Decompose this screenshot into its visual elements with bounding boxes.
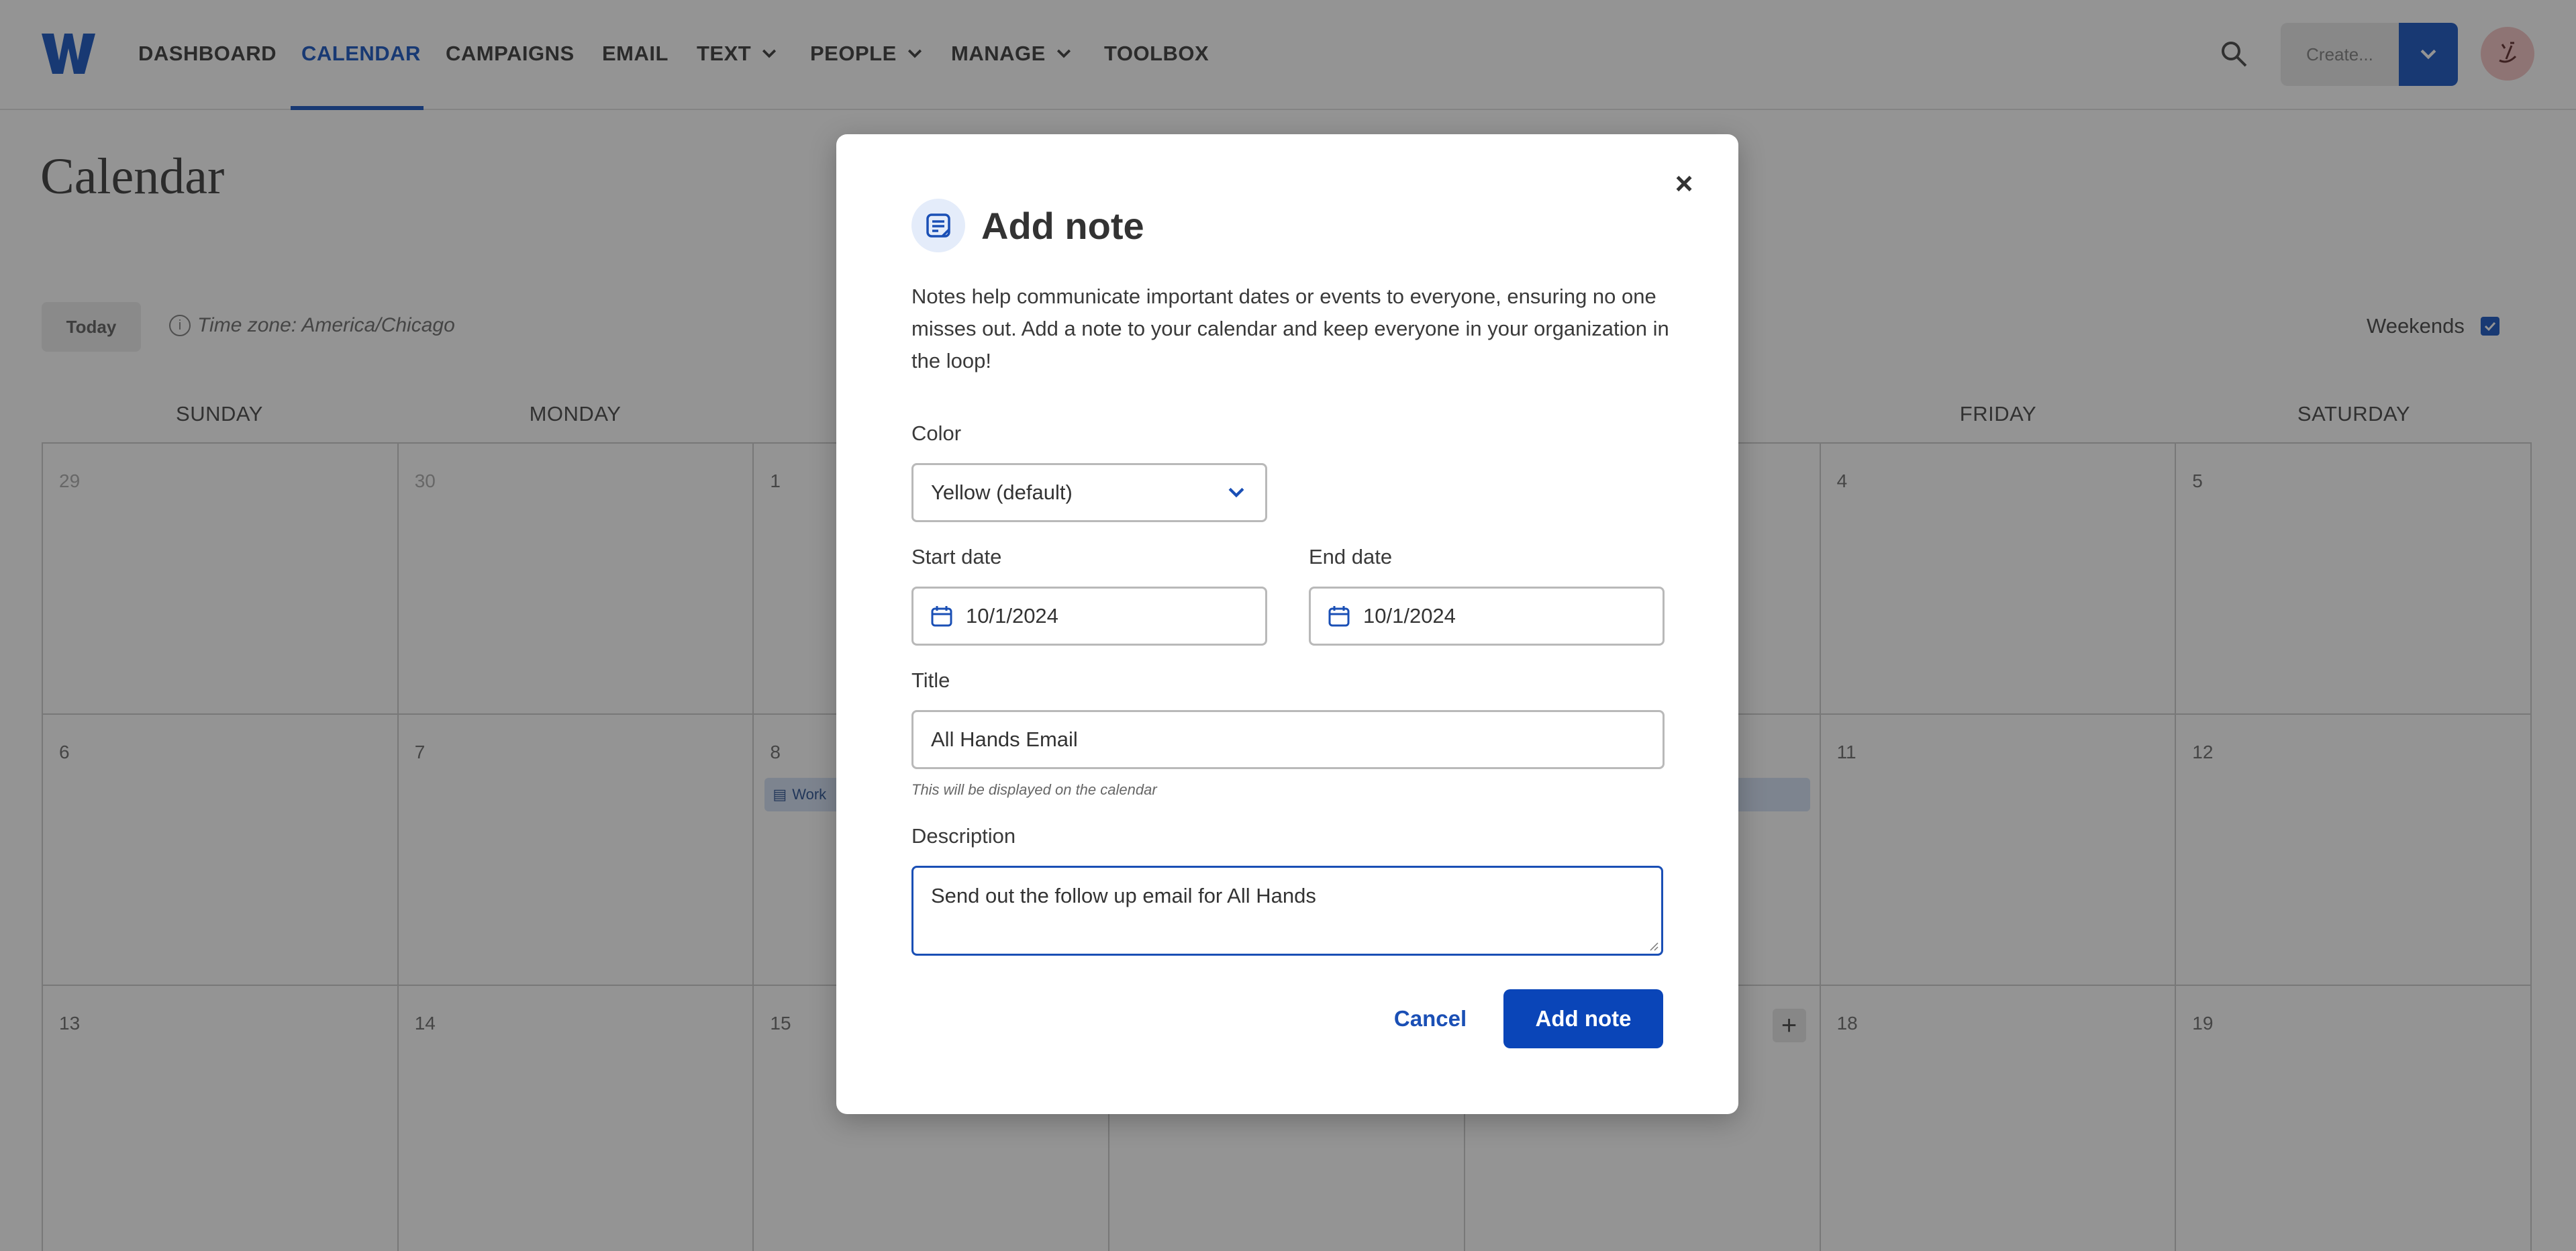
title-input[interactable]: All Hands Email (911, 710, 1665, 769)
chevron-down-icon (1228, 487, 1244, 498)
start-date-field[interactable]: 10/1/2024 (911, 587, 1267, 646)
dialog-header: Add note (911, 199, 1144, 252)
close-icon[interactable]: × (1667, 166, 1701, 201)
dialog-title: Add note (981, 204, 1144, 247)
resize-handle-icon[interactable] (1648, 940, 1658, 951)
start-date-value: 10/1/2024 (966, 604, 1058, 628)
end-date-label: End date (1309, 545, 1393, 568)
title-label: Title (911, 668, 950, 692)
description-textarea[interactable]: Send out the follow up email for All Han… (911, 866, 1663, 956)
add-note-button[interactable]: Add note (1503, 989, 1663, 1048)
cancel-button[interactable]: Cancel (1384, 989, 1477, 1048)
start-date-label: Start date (911, 545, 1002, 568)
add-note-dialog: × Add note Notes help communicate import… (836, 134, 1738, 1114)
end-date-value: 10/1/2024 (1363, 604, 1456, 628)
title-hint: This will be displayed on the calendar (911, 781, 1157, 798)
dialog-description: Notes help communicate important dates o… (911, 285, 1669, 372)
color-select[interactable]: Yellow (default) (911, 463, 1267, 522)
end-date-field[interactable]: 10/1/2024 (1309, 587, 1665, 646)
color-select-value: Yellow (default) (931, 481, 1073, 504)
color-label: Color (911, 421, 962, 445)
note-icon (911, 199, 965, 252)
description-label: Description (911, 824, 1016, 848)
calendar-icon (1328, 606, 1350, 627)
calendar-icon (931, 606, 952, 627)
title-input-value: All Hands Email (931, 728, 1078, 751)
description-value: Send out the follow up email for All Han… (931, 884, 1316, 907)
